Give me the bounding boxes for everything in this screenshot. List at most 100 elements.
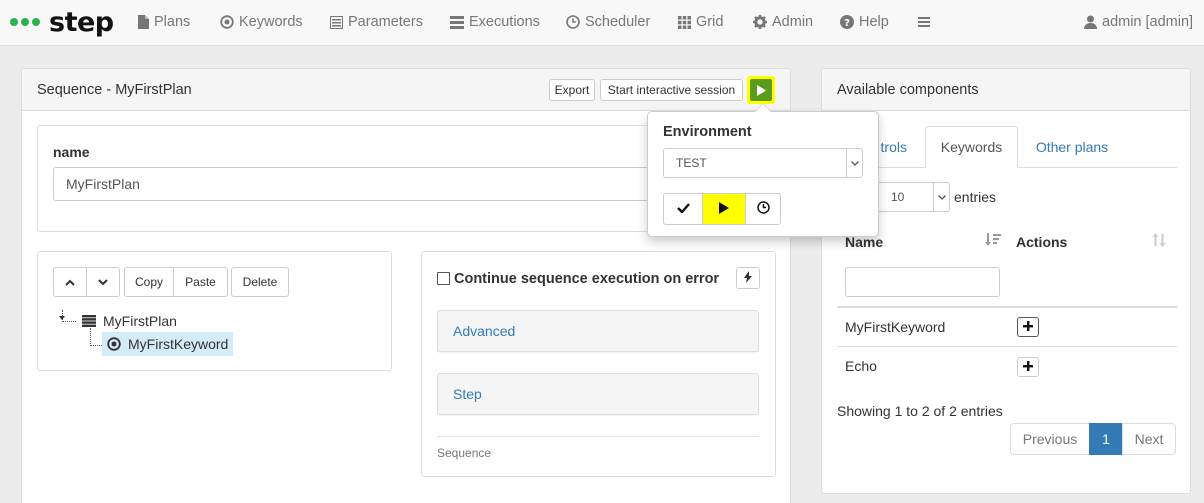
environment-select[interactable]: TEST [663, 148, 863, 178]
nav-admin[interactable]: Admin [753, 12, 813, 32]
start-interactive-session-button[interactable]: Start interactive session [600, 79, 743, 101]
nav-grid[interactable]: Grid [678, 12, 723, 32]
nav-admin-label: Admin [772, 14, 814, 30]
nav-user-label: admin [admin] [1102, 14, 1194, 30]
brand-dots-icon [10, 18, 43, 26]
tree-panel: Copy Paste Delete MyFirstPlan MyFirstKey… [37, 251, 392, 371]
nav-parameters[interactable]: Parameters [330, 12, 423, 32]
toggle-async-button[interactable] [736, 267, 760, 289]
tab-keywords-label: Keywords [940, 139, 1003, 155]
tree-node-root[interactable]: MyFirstPlan [82, 312, 177, 330]
nav-menu[interactable] [918, 12, 935, 32]
environment-label: Environment [663, 124, 752, 140]
row-name: Echo [845, 358, 877, 374]
brand-logo[interactable]: step [10, 6, 114, 38]
bolt-icon [744, 270, 752, 286]
tab-controls-label: trols [880, 139, 907, 155]
test-button[interactable] [663, 193, 703, 225]
nav-scheduler[interactable]: Scheduler [566, 12, 650, 32]
user-icon [1084, 15, 1097, 29]
play-icon [719, 201, 729, 217]
table-row: Echo [837, 348, 1177, 387]
nav-plans-label: Plans [154, 14, 191, 30]
nav-executions[interactable]: Executions [450, 12, 540, 32]
tab-other-plans-label: Other plans [1035, 139, 1109, 155]
chevron-down-icon [98, 275, 108, 289]
entries-label: entries [954, 189, 997, 205]
add-component-button[interactable] [1017, 357, 1039, 377]
list-icon [330, 15, 343, 29]
delete-button[interactable]: Delete [231, 267, 289, 297]
sequence-icon [82, 315, 96, 327]
advanced-section-title: Advanced [453, 323, 516, 339]
advanced-section[interactable]: Advanced [437, 310, 759, 352]
nav-help-label: Help [859, 14, 889, 30]
chevron-up-icon [65, 275, 75, 289]
name-filter-input[interactable] [845, 267, 1000, 297]
execute-button[interactable] [747, 76, 775, 104]
tab-keywords[interactable]: Keywords [925, 126, 1018, 168]
components-panel-heading: Available components [822, 69, 1190, 111]
file-icon [138, 15, 149, 29]
tasks-icon [450, 15, 464, 29]
nav-parameters-label: Parameters [348, 14, 423, 30]
chevron-down-icon [933, 183, 949, 211]
nav-grid-label: Grid [696, 14, 724, 30]
nav-keywords-label: Keywords [239, 14, 303, 30]
svg-text:?: ? [844, 18, 850, 29]
run-button[interactable] [702, 193, 746, 225]
step-section-title: Step [453, 386, 482, 402]
move-up-button[interactable] [53, 267, 87, 297]
nav-scheduler-label: Scheduler [585, 14, 651, 30]
move-down-button[interactable] [86, 267, 120, 297]
nav-plans[interactable]: Plans [138, 12, 190, 32]
target-icon [107, 337, 121, 351]
col-actions-header[interactable]: Actions [1016, 234, 1067, 250]
divider [437, 436, 759, 437]
tab-other-plans[interactable]: Other plans [1022, 126, 1122, 168]
hamburger-icon [918, 16, 930, 28]
properties-panel: Continue sequence execution on error Adv… [421, 251, 776, 477]
pagination-next[interactable]: Next [1122, 423, 1176, 455]
continue-on-error-label: Continue sequence execution on error [454, 271, 720, 287]
sort-desc-icon[interactable] [985, 233, 1001, 250]
plan-panel-heading: Sequence - MyFirstPlan Export Start inte… [22, 69, 790, 111]
brand-name: step [49, 6, 114, 38]
pagination-page-1[interactable]: 1 [1089, 423, 1123, 455]
tree-line [62, 321, 76, 322]
tree-line [90, 328, 91, 346]
export-button[interactable]: Export [549, 79, 595, 101]
table-row: MyFirstKeyword [837, 308, 1177, 347]
tree-line [90, 345, 102, 346]
plan-panel-title: Sequence - MyFirstPlan [37, 82, 192, 98]
execution-popover: Environment TEST [647, 103, 879, 237]
top-navbar: step Plans Keywords Parameters Execution… [0, 0, 1204, 46]
nav-user[interactable]: admin [admin] [1084, 12, 1193, 32]
popover-arrow [754, 103, 772, 112]
components-panel-title: Available components [837, 82, 979, 98]
continue-on-error-checkbox[interactable] [437, 272, 450, 285]
plus-icon [1023, 320, 1033, 334]
grid-icon [678, 15, 691, 29]
tree-node-root-label: MyFirstPlan [103, 313, 177, 329]
table-info: Showing 1 to 2 of 2 entries [837, 403, 1003, 419]
row-name: MyFirstKeyword [845, 319, 946, 335]
pagination-previous[interactable]: Previous [1010, 423, 1090, 455]
step-section[interactable]: Step [437, 373, 759, 415]
check-icon [676, 202, 690, 216]
tree-toggle-icon[interactable] [59, 316, 65, 320]
sort-icon[interactable] [1152, 233, 1166, 250]
schedule-button[interactable] [745, 193, 781, 225]
chevron-down-icon [846, 149, 862, 177]
nav-keywords[interactable]: Keywords [220, 12, 303, 32]
name-input[interactable]: MyFirstPlan [53, 167, 673, 201]
tree-node-child[interactable]: MyFirstKeyword [102, 332, 234, 356]
copy-button[interactable]: Copy [124, 267, 174, 297]
paste-button[interactable]: Paste [173, 267, 228, 297]
name-input-value: MyFirstPlan [66, 176, 140, 192]
clock-icon [756, 201, 770, 217]
nav-help[interactable]: ? Help [840, 12, 889, 32]
node-type-label: Sequence [437, 446, 492, 460]
add-component-button[interactable] [1017, 317, 1039, 337]
nav-executions-label: Executions [469, 14, 540, 30]
